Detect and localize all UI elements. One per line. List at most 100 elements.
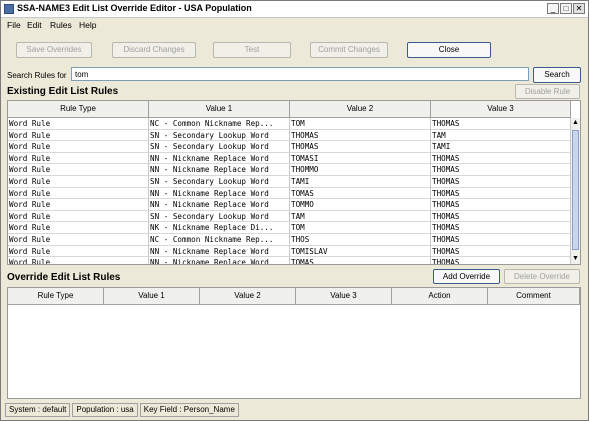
column-value-1[interactable]: Value 1 (149, 101, 290, 118)
scroll-down-icon[interactable]: ▼ (571, 254, 580, 264)
commit-changes-button[interactable]: Commit Changes (310, 42, 388, 58)
maximize-button[interactable]: □ (560, 3, 572, 14)
existing-rules-header: Rule Type Value 1 Value 2 Value 3 (8, 101, 571, 118)
existing-rules-title: Existing Edit List Rules (7, 86, 119, 97)
vertical-scrollbar[interactable]: ▲ ▼ (570, 118, 580, 264)
cell-value-2: TOMAS (290, 187, 431, 200)
cell-value-1: SN - Secondary Lookup Word (149, 129, 290, 142)
override-column-value-3[interactable]: Value 3 (296, 288, 392, 305)
table-row[interactable]: Word Rule NK - Nickname Replace Di... TOM T… (8, 222, 571, 234)
table-row[interactable]: Word Rule NC - Common Nickname Rep... TOM T… (8, 118, 571, 130)
cell-value-3: THOMAS (431, 187, 571, 200)
menu-help[interactable]: Help (79, 20, 96, 30)
delete-override-button[interactable]: Delete Override (504, 269, 580, 284)
cell-value-1: NN - Nickname Replace Word (149, 152, 290, 165)
cell-rule-type: Word Rule (8, 118, 149, 130)
discard-changes-button[interactable]: Discard Changes (112, 42, 196, 58)
cell-value-1: NC - Common Nickname Rep... (149, 233, 290, 246)
override-column-value-1[interactable]: Value 1 (104, 288, 200, 305)
cell-value-1: SN - Secondary Lookup Word (149, 175, 290, 188)
table-row[interactable]: Word Rule NC - Common Nickname Rep... THOS… (8, 233, 571, 246)
override-column-comment[interactable]: Comment (488, 288, 580, 305)
cell-value-1: NN - Nickname Replace Word (149, 187, 290, 200)
table-row[interactable]: Word Rule NN - Nickname Replace Word TOMAS… (8, 187, 571, 200)
status-population: Population : usa (72, 403, 138, 417)
scroll-thumb[interactable] (572, 130, 579, 250)
window-controls: _ □ ✕ (547, 3, 585, 14)
title-bar: SSA-NAME3 Edit List Override Editor - US… (1, 1, 588, 18)
cell-value-2: TOMASI (290, 152, 431, 165)
menu-rules[interactable]: Rules (50, 20, 72, 30)
cell-value-3: THOMAS (431, 199, 571, 211)
add-override-button[interactable]: Add Override (433, 269, 500, 284)
override-rules-table: Rule Type Value 1 Value 2 Value 3 Action… (7, 287, 581, 399)
cell-value-2: TOM (290, 222, 431, 234)
minimize-button[interactable]: _ (547, 3, 559, 14)
search-label: Search Rules for (7, 71, 67, 80)
disable-rule-button[interactable]: Disable Rule (515, 84, 580, 99)
table-row[interactable]: Word Rule NN - Nickname Replace Word THOMM… (8, 164, 571, 176)
cell-value-2: TOM (290, 118, 431, 130)
existing-rules-table: Rule Type Value 1 Value 2 Value 3 Word R… (7, 100, 581, 265)
cell-value-1: SN - Secondary Lookup Word (149, 210, 290, 223)
search-input[interactable] (71, 67, 529, 81)
cell-value-3: THOMAS (431, 245, 571, 258)
cell-value-3: TAM (431, 129, 571, 142)
cell-value-3: THOMAS (431, 164, 571, 176)
table-row[interactable]: Word Rule SN - Secondary Lookup Word TAM TH… (8, 210, 571, 223)
cell-rule-type: Word Rule (8, 152, 149, 165)
cell-value-3: THOMAS (431, 222, 571, 234)
table-row[interactable]: Word Rule SN - Secondary Lookup Word TAMI T… (8, 175, 571, 188)
cell-value-3: THOMAS (431, 175, 571, 188)
cell-value-1: NN - Nickname Replace Word (149, 257, 290, 264)
cell-value-1: NC - Common Nickname Rep... (149, 118, 290, 130)
status-system: System : default (5, 403, 71, 417)
window-title: SSA-NAME3 Edit List Override Editor - US… (17, 3, 252, 13)
scroll-up-icon[interactable]: ▲ (571, 118, 580, 128)
cell-value-1: NN - Nickname Replace Word (149, 164, 290, 176)
cell-rule-type: Word Rule (8, 222, 149, 234)
cell-value-3: THOMAS (431, 118, 571, 130)
save-overrides-button[interactable]: Save Overrides (16, 42, 92, 58)
cell-value-3: THOMAS (431, 210, 571, 223)
cell-value-1: SN - Secondary Lookup Word (149, 141, 290, 153)
cell-value-3: THOMAS (431, 257, 571, 264)
cell-value-2: TAMI (290, 175, 431, 188)
table-row[interactable]: Word Rule NN - Nickname Replace Word TOMIS… (8, 245, 571, 258)
status-key-field: Key Field : Person_Name (139, 403, 239, 417)
cell-value-1: NK - Nickname Replace Di... (149, 222, 290, 234)
override-rules-header: Rule Type Value 1 Value 2 Value 3 Action… (8, 288, 580, 305)
table-row[interactable]: Word Rule NN - Nickname Replace Word TOMAS… (8, 257, 571, 264)
cell-rule-type: Word Rule (8, 245, 149, 258)
override-column-action[interactable]: Action (392, 288, 488, 305)
cell-rule-type: Word Rule (8, 187, 149, 200)
table-row[interactable]: Word Rule SN - Secondary Lookup Word THOMA… (8, 141, 571, 153)
column-value-2[interactable]: Value 2 (290, 101, 431, 118)
menu-edit[interactable]: Edit (27, 20, 42, 30)
cell-rule-type: Word Rule (8, 199, 149, 211)
cell-value-2: TOMISLAV (290, 245, 431, 258)
cell-value-1: NN - Nickname Replace Word (149, 245, 290, 258)
cell-value-2: TAM (290, 210, 431, 223)
override-column-value-2[interactable]: Value 2 (200, 288, 296, 305)
override-column-rule-type[interactable]: Rule Type (8, 288, 104, 305)
cell-value-2: THOMAS (290, 141, 431, 153)
column-rule-type[interactable]: Rule Type (8, 101, 149, 118)
existing-rules-body: Word Rule NC - Common Nickname Rep... TOM T… (8, 118, 571, 264)
close-window-button[interactable]: ✕ (573, 3, 585, 14)
cell-value-1: NN - Nickname Replace Word (149, 199, 290, 211)
table-row[interactable]: Word Rule SN - Secondary Lookup Word THOMA… (8, 129, 571, 142)
table-row[interactable]: Word Rule NN - Nickname Replace Word TOMMO… (8, 199, 571, 211)
cell-value-3: TAMI (431, 141, 571, 153)
cell-value-2: TOMMO (290, 199, 431, 211)
cell-rule-type: Word Rule (8, 257, 149, 264)
cell-value-2: TOMAS (290, 257, 431, 264)
close-button[interactable]: Close (407, 42, 491, 58)
menu-file[interactable]: File (7, 20, 21, 30)
table-row[interactable]: Word Rule NN - Nickname Replace Word TOMAS… (8, 152, 571, 165)
test-button[interactable]: Test (213, 42, 291, 58)
column-value-3[interactable]: Value 3 (431, 101, 571, 118)
menu-bar: File Edit Rules Help (1, 18, 588, 32)
search-button[interactable]: Search (533, 67, 581, 83)
cell-value-2: THOS (290, 233, 431, 246)
